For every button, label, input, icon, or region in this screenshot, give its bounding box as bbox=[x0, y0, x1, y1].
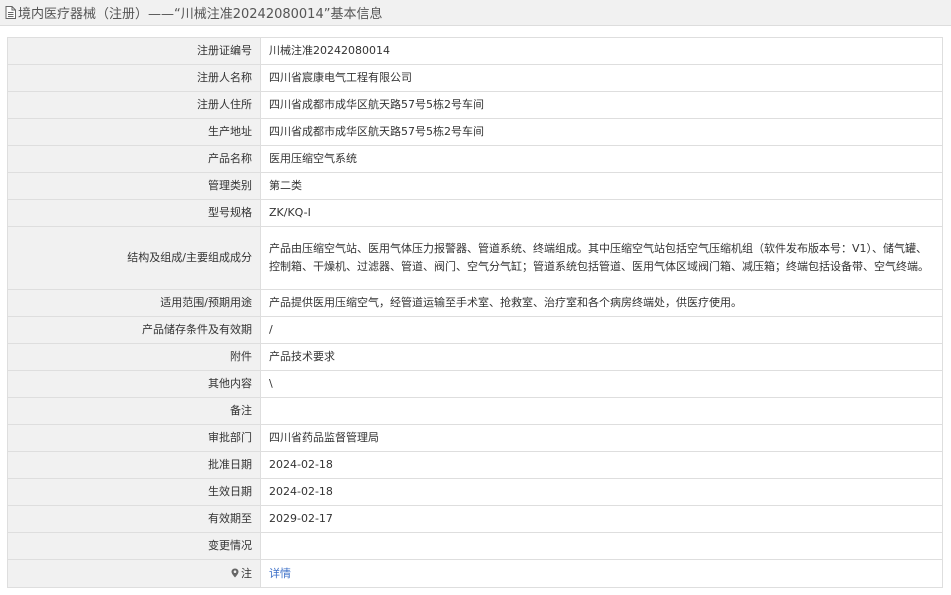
page-title: 境内医疗器械（注册）——“川械注准20242080014”基本信息 bbox=[18, 7, 383, 22]
field-label: 适用范围/预期用途 bbox=[7, 289, 261, 317]
field-label: 批准日期 bbox=[7, 451, 261, 479]
field-label: 注 bbox=[241, 566, 252, 580]
field-label: 产品名称 bbox=[7, 145, 261, 173]
table-row: 生效日期 2024-02-18 bbox=[7, 478, 943, 506]
table-row: 适用范围/预期用途 产品提供医用压缩空气，经管道运输至手术室、抢救室、治疗室和各… bbox=[7, 289, 943, 317]
table-row: 管理类别 第二类 bbox=[7, 172, 943, 200]
table-row: 有效期至 2029-02-17 bbox=[7, 505, 943, 533]
field-label: 型号规格 bbox=[7, 199, 261, 227]
field-value: 2029-02-17 bbox=[260, 505, 943, 533]
field-value: 产品技术要求 bbox=[260, 343, 943, 371]
field-label: 管理类别 bbox=[7, 172, 261, 200]
field-value: 产品提供医用压缩空气，经管道运输至手术室、抢救室、治疗室和各个病房终端处，供医疗… bbox=[260, 289, 943, 317]
field-value: 四川省成都市成华区航天路57号5栋2号车间 bbox=[260, 91, 943, 119]
field-label: 附件 bbox=[7, 343, 261, 371]
table-row: 注册证编号 川械注准20242080014 bbox=[7, 37, 943, 65]
field-label: 备注 bbox=[7, 397, 261, 425]
device-info-table: 注册证编号 川械注准20242080014 注册人名称 四川省宸康电气工程有限公… bbox=[7, 37, 943, 588]
table-row: 注册人名称 四川省宸康电气工程有限公司 bbox=[7, 64, 943, 92]
field-value: ZK/KQ-I bbox=[260, 199, 943, 227]
table-row: 产品名称 医用压缩空气系统 bbox=[7, 145, 943, 173]
page-header: 境内医疗器械（注册）——“川械注准20242080014”基本信息 bbox=[0, 0, 951, 26]
map-pin-icon bbox=[231, 568, 239, 577]
field-value: 产品由压缩空气站、医用气体压力报警器、管道系统、终端组成。其中压缩空气站包括空气… bbox=[260, 226, 943, 290]
table-row: 生产地址 四川省成都市成华区航天路57号5栋2号车间 bbox=[7, 118, 943, 146]
field-value: 2024-02-18 bbox=[260, 478, 943, 506]
field-label: 变更情况 bbox=[7, 532, 261, 560]
field-label: 注册证编号 bbox=[7, 37, 261, 65]
field-value: 四川省药品监督管理局 bbox=[260, 424, 943, 452]
table-row: 其他内容 \ bbox=[7, 370, 943, 398]
field-label: 注册人住所 bbox=[7, 91, 261, 119]
field-value: \ bbox=[260, 370, 943, 398]
field-label: 生产地址 bbox=[7, 118, 261, 146]
field-label: 结构及组成/主要组成成分 bbox=[7, 226, 261, 290]
field-value: 第二类 bbox=[260, 172, 943, 200]
details-link[interactable]: 详情 bbox=[269, 567, 291, 580]
note-value-cell: 详情 bbox=[260, 559, 943, 588]
field-value: 2024-02-18 bbox=[260, 451, 943, 479]
field-label: 其他内容 bbox=[7, 370, 261, 398]
table-row: 产品储存条件及有效期 / bbox=[7, 316, 943, 344]
field-label: 有效期至 bbox=[7, 505, 261, 533]
field-value: 川械注准20242080014 bbox=[260, 37, 943, 65]
field-label: 审批部门 bbox=[7, 424, 261, 452]
field-value: 医用压缩空气系统 bbox=[260, 145, 943, 173]
field-value bbox=[260, 397, 943, 425]
document-icon bbox=[5, 6, 16, 19]
table-row: 审批部门 四川省药品监督管理局 bbox=[7, 424, 943, 452]
note-label-cell: 注 bbox=[7, 559, 261, 588]
table-row: 注 详情 bbox=[7, 559, 943, 588]
field-label: 注册人名称 bbox=[7, 64, 261, 92]
field-label: 生效日期 bbox=[7, 478, 261, 506]
table-row: 型号规格 ZK/KQ-I bbox=[7, 199, 943, 227]
field-value: / bbox=[260, 316, 943, 344]
table-row: 注册人住所 四川省成都市成华区航天路57号5栋2号车间 bbox=[7, 91, 943, 119]
table-row: 结构及组成/主要组成成分 产品由压缩空气站、医用气体压力报警器、管道系统、终端组… bbox=[7, 226, 943, 290]
field-label: 产品储存条件及有效期 bbox=[7, 316, 261, 344]
table-row: 备注 bbox=[7, 397, 943, 425]
field-value: 四川省宸康电气工程有限公司 bbox=[260, 64, 943, 92]
table-row: 附件 产品技术要求 bbox=[7, 343, 943, 371]
table-row: 变更情况 bbox=[7, 532, 943, 560]
table-row: 批准日期 2024-02-18 bbox=[7, 451, 943, 479]
field-value bbox=[260, 532, 943, 560]
field-value: 四川省成都市成华区航天路57号5栋2号车间 bbox=[260, 118, 943, 146]
